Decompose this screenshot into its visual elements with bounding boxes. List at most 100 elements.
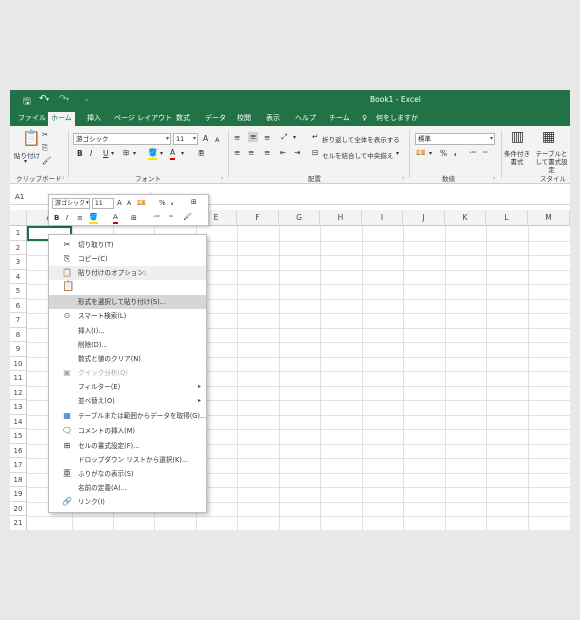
- decrease-indent-icon[interactable]: ⇤: [280, 148, 286, 158]
- chevron-down-icon[interactable]: ▾: [429, 149, 432, 159]
- menu-item-define-name[interactable]: 名前の定義(A)...: [49, 481, 206, 495]
- menu-item-smart-lookup[interactable]: ⊙ スマート検索(L): [49, 309, 206, 323]
- mini-font-color-button[interactable]: A: [113, 212, 118, 224]
- mini-shrink-font-button[interactable]: A: [127, 199, 131, 209]
- undo-dropdown-icon[interactable]: ▾: [46, 96, 49, 103]
- mini-font-name-combo[interactable]: 游ゴシック: [52, 198, 90, 209]
- font-size-combo[interactable]: 11 ▾: [173, 133, 198, 145]
- row-header[interactable]: 11: [10, 371, 27, 386]
- wrap-text-icon[interactable]: ↵: [312, 132, 318, 142]
- row-header[interactable]: 9: [10, 342, 27, 357]
- menu-item-get-data[interactable]: ▦ テーブルまたは範囲からデータを取得(G)...: [49, 409, 206, 423]
- bold-button[interactable]: B: [77, 149, 83, 159]
- align-top-icon[interactable]: ≡: [234, 133, 240, 143]
- menu-item-clear-contents[interactable]: 数式と値のクリア(N): [49, 352, 206, 366]
- column-header[interactable]: G: [279, 210, 320, 226]
- phonetic-guide-button[interactable]: 亜: [198, 148, 205, 158]
- decrease-decimal-icon[interactable]: ⁰⁰: [169, 213, 173, 223]
- mini-font-size-combo[interactable]: 11: [92, 198, 114, 209]
- align-right-icon[interactable]: ≡: [264, 148, 270, 158]
- row-header[interactable]: 17: [10, 458, 27, 473]
- format-table-icon[interactable]: ⊞: [191, 197, 197, 207]
- row-header[interactable]: 3: [10, 255, 27, 270]
- row-header[interactable]: 5: [10, 284, 27, 299]
- column-header[interactable]: L: [486, 210, 528, 226]
- row-header[interactable]: 10: [10, 356, 27, 371]
- italic-button[interactable]: I: [90, 149, 92, 159]
- chevron-down-icon[interactable]: ▾: [160, 149, 163, 159]
- save-icon[interactable]: 🖫: [23, 94, 31, 110]
- align-left-icon[interactable]: ≡: [234, 148, 240, 158]
- format-painter-icon[interactable]: 🖌: [183, 212, 192, 222]
- select-all-corner[interactable]: [10, 210, 27, 226]
- mini-percent-button[interactable]: %: [159, 198, 166, 208]
- redo-dropdown-icon[interactable]: ▾: [66, 96, 69, 103]
- shrink-font-button[interactable]: A: [215, 135, 219, 145]
- row-header[interactable]: 1: [10, 226, 27, 241]
- chevron-down-icon[interactable]: ▾: [86, 198, 89, 208]
- tab-review[interactable]: 校閲: [234, 113, 254, 126]
- menu-item-insert-comment[interactable]: 🗨 コメントの挿入(M): [49, 424, 206, 438]
- align-center-icon[interactable]: ≡: [77, 213, 83, 223]
- column-header[interactable]: F: [237, 210, 279, 226]
- font-name-combo[interactable]: 游ゴシック ▾: [73, 133, 171, 145]
- tab-insert[interactable]: 挿入: [84, 113, 104, 126]
- menu-item-delete[interactable]: 削除(D)...: [49, 338, 206, 352]
- menu-item-cut[interactable]: ✂ 切り取り(T): [49, 238, 206, 252]
- number-format-combo[interactable]: 標準 ▾: [415, 133, 495, 145]
- chevron-down-icon[interactable]: ▾: [181, 149, 184, 159]
- customize-qat-icon[interactable]: ₌: [85, 95, 89, 103]
- tab-file[interactable]: ファイル: [15, 113, 49, 126]
- menu-item-paste-special[interactable]: 形式を選択して貼り付け(S)...: [49, 295, 206, 309]
- font-launcher-icon[interactable]: ⌟: [221, 174, 224, 180]
- row-header[interactable]: 4: [10, 269, 27, 284]
- column-header[interactable]: I: [362, 210, 403, 226]
- conditional-format-button[interactable]: 条件付き書式: [504, 150, 530, 166]
- row-header[interactable]: 15: [10, 429, 27, 444]
- menu-item-filter[interactable]: フィルター(E) ▸: [49, 380, 206, 394]
- decrease-decimal-icon[interactable]: ⁰⁰: [483, 149, 487, 159]
- name-box[interactable]: A1: [12, 191, 47, 203]
- format-table-button[interactable]: テーブルとして書式設定: [533, 150, 570, 174]
- borders-icon[interactable]: ⊞: [131, 213, 137, 223]
- menu-item-show-furigana[interactable]: 亜ふりがなの表示(S): [49, 467, 206, 481]
- menu-item-pick-from-list[interactable]: ドロップダウン リストから選択(K)...: [49, 453, 206, 467]
- percent-button[interactable]: %: [440, 149, 447, 159]
- chevron-down-icon[interactable]: ▾: [396, 149, 399, 159]
- chevron-down-icon[interactable]: ▾: [111, 149, 114, 159]
- row-header[interactable]: 21: [10, 516, 27, 530]
- mini-italic-button[interactable]: I: [66, 213, 68, 223]
- align-bottom-icon[interactable]: ≡: [264, 133, 270, 143]
- row-header[interactable]: 18: [10, 472, 27, 487]
- paste-dropdown-icon[interactable]: ▾: [24, 158, 27, 165]
- row-header[interactable]: 19: [10, 487, 27, 502]
- row-header[interactable]: 20: [10, 501, 27, 516]
- number-launcher-icon[interactable]: ⌟: [493, 174, 496, 180]
- wrap-text-button[interactable]: 折り返して全体を表示する: [322, 134, 400, 144]
- copy-icon[interactable]: ⎘: [42, 143, 48, 153]
- tab-formulas[interactable]: 数式: [173, 113, 193, 126]
- row-header[interactable]: 7: [10, 313, 27, 328]
- chevron-down-icon[interactable]: ▾: [293, 133, 296, 143]
- fill-color-icon[interactable]: 🪣: [148, 148, 158, 160]
- row-header[interactable]: 16: [10, 443, 27, 458]
- paste-icon[interactable]: 📋: [22, 130, 41, 146]
- column-header[interactable]: K: [445, 210, 486, 226]
- row-header[interactable]: 2: [10, 240, 27, 255]
- increase-decimal-icon[interactable]: ⁺⁰⁰: [153, 213, 160, 223]
- chevron-down-icon[interactable]: ▾: [133, 149, 136, 159]
- menu-item-insert[interactable]: 挿入(I)...: [49, 324, 206, 338]
- mini-grow-font-button[interactable]: A: [117, 198, 122, 208]
- conditional-format-icon[interactable]: ▥: [511, 130, 524, 145]
- tab-view[interactable]: 表示: [263, 113, 283, 126]
- menu-item-copy[interactable]: ⎘ コピー(C): [49, 252, 206, 266]
- format-table-icon[interactable]: ▦: [542, 130, 555, 145]
- orientation-icon[interactable]: ⤢: [281, 132, 287, 142]
- tab-help[interactable]: ヘルプ: [292, 113, 319, 126]
- cut-icon[interactable]: ✂: [42, 130, 48, 140]
- tab-home[interactable]: ホーム: [48, 112, 75, 126]
- column-header[interactable]: M: [528, 210, 570, 226]
- align-middle-icon[interactable]: ≡: [248, 132, 259, 142]
- column-header[interactable]: H: [320, 210, 362, 226]
- alignment-launcher-icon[interactable]: ⌟: [402, 174, 405, 180]
